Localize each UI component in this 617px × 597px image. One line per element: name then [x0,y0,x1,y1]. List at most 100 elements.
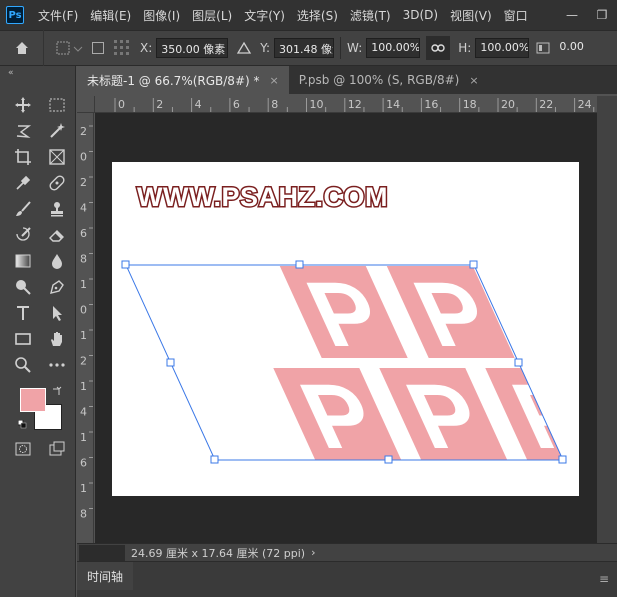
type-tool[interactable] [6,302,40,324]
lasso-icon [16,125,32,138]
reference-point-grid-icon[interactable] [112,38,132,58]
width-input[interactable]: 100.00% [366,38,421,58]
pattern-tile: P [273,365,402,460]
ruler-label: 8 [271,98,278,111]
link-icon [431,44,445,52]
menu-layer[interactable]: 图层(L) [192,7,232,24]
history-brush-tool[interactable] [6,224,40,246]
ruler-label: 2 [80,176,87,189]
quick-mask-button[interactable] [6,438,40,460]
magic-wand-tool[interactable] [40,120,74,142]
dodge-icon [16,280,31,295]
transform-handle-bottom-left[interactable] [210,455,219,464]
foreground-color-swatch[interactable] [20,388,46,412]
menu-type[interactable]: 文字(Y) [244,7,285,24]
canvas-workspace[interactable]: WWW.PSAHZ.COM P P P P P [95,113,597,543]
default-colors-icon[interactable] [18,420,28,430]
collapse-toolbar-icon[interactable]: « [0,66,75,80]
canvas-artwork: WWW.PSAHZ.COM P P P P P [121,181,567,464]
reference-point-checkbox[interactable] [92,42,104,54]
tab-p-psb[interactable]: P.psb @ 100% (S, RGB/8#) × [289,66,489,94]
more-tools-button[interactable] [40,354,74,376]
transform-handle-left[interactable] [166,358,175,367]
menu-filter[interactable]: 滤镜(T) [350,7,391,24]
ellipsis-icon [49,363,65,367]
status-menu-arrow[interactable]: › [311,546,315,559]
vertical-scrollbar[interactable] [597,96,617,543]
marquee-tool[interactable] [40,94,74,116]
menu-select[interactable]: 选择(S) [297,7,338,24]
transform-handle-top-left[interactable] [121,260,130,269]
menu-view[interactable]: 视图(V) [450,7,492,24]
horizontal-ruler-ticks: 0 2 4 6 8 10 12 14 16 18 20 22 24 [114,98,595,112]
menu-window[interactable]: 窗口 [504,7,528,24]
ruler-label: 4 [195,98,202,111]
transform-handle-right[interactable] [514,358,523,367]
tab-close-icon[interactable]: × [469,74,478,87]
move-icon [15,97,31,113]
menu-edit[interactable]: 编辑(E) [90,7,131,24]
blur-tool[interactable] [40,250,74,272]
link-aspect-button[interactable] [426,36,451,60]
pen-tool[interactable] [40,276,74,298]
ruler-label: 10 [310,98,324,111]
menu-image[interactable]: 图像(I) [143,7,180,24]
transform-handle-bottom-right[interactable] [558,455,567,464]
vertical-ruler[interactable]: 2024681012141618 [77,113,94,543]
tab-label: 未标题-1 @ 66.7%(RGB/8#) * [87,73,260,88]
ruler-label: 6 [80,227,87,240]
transform-selection-icon[interactable] [54,39,84,57]
ruler-label: 12 [348,98,362,111]
transform-handle-bottom[interactable] [384,455,393,464]
status-bar: 24.69 厘米 x 17.64 厘米 (72 ppi) › [77,543,617,561]
zoom-level-field[interactable] [79,544,125,561]
menu-file[interactable]: 文件(F) [38,7,78,24]
ruler-label: 14 [386,98,400,111]
ruler-origin[interactable] [77,96,95,113]
x-position-input[interactable]: 350.00 像素 [156,38,229,58]
menu-3d[interactable]: 3D(D) [403,8,438,22]
crop-icon [15,149,31,165]
move-tool[interactable] [6,94,40,116]
horizontal-ruler[interactable]: 0 2 4 6 8 10 12 14 16 18 20 22 24 [95,96,597,113]
clone-stamp-tool[interactable] [40,198,74,220]
ruler-label: 1 [80,380,87,393]
panel-menu-icon[interactable]: ≡ [599,572,609,586]
ruler-label: 6 [233,98,240,111]
eyedropper-tool[interactable] [6,172,40,194]
frame-tool[interactable] [40,146,74,168]
arrow-cursor-icon [53,306,62,321]
timeline-tab[interactable]: 时间轴 [77,562,134,590]
tab-untitled-1[interactable]: 未标题-1 @ 66.7%(RGB/8#) * × [77,66,289,94]
ruler-label: 0 [80,151,87,164]
ruler-label: 4 [80,406,87,419]
photoshop-logo: Ps [6,6,24,24]
brush-tool[interactable] [6,198,40,220]
lasso-tool[interactable] [6,120,40,142]
angle-input[interactable]: 0.00 [555,38,595,58]
h-label: H: [458,41,472,55]
relative-positioning-icon[interactable] [236,40,252,56]
y-position-input[interactable]: 301.48 像素 [274,38,335,58]
transform-handle-top[interactable] [295,260,304,269]
swap-colors-icon[interactable] [52,386,62,396]
ruler-label: 16 [424,98,438,111]
eraser-tool[interactable] [40,224,74,246]
transform-handle-top-right[interactable] [469,260,478,269]
hand-tool[interactable] [40,328,74,350]
minimize-button[interactable]: — [557,0,587,30]
x-label: X: [140,41,153,55]
home-button[interactable] [0,30,44,66]
dodge-tool[interactable] [6,276,40,298]
healing-brush-tool[interactable] [40,172,74,194]
tab-close-icon[interactable]: × [270,74,279,87]
height-input[interactable]: 100.00% [475,38,530,58]
crop-tool[interactable] [6,146,40,168]
restore-button[interactable]: ❐ [587,0,617,30]
screen-mode-button[interactable] [40,438,74,460]
ruler-label: 1 [80,482,87,495]
zoom-tool[interactable] [6,354,40,376]
gradient-tool[interactable] [6,250,40,272]
path-selection-tool[interactable] [40,302,74,324]
rectangle-tool[interactable] [6,328,40,350]
